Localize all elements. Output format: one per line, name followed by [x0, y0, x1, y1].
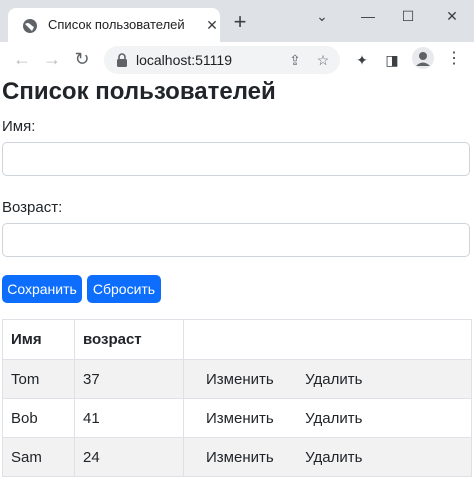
minimize-icon[interactable]: — [356, 6, 380, 26]
table-row: Sam 24 Изменить Удалить [2, 437, 472, 477]
table-row: Tom 37 Изменить Удалить [2, 359, 472, 399]
tab-title: Список пользователей [48, 17, 185, 32]
tab-close-icon[interactable]: ✕ [204, 17, 220, 33]
edit-link[interactable]: Изменить [206, 449, 301, 466]
name-label: Имя: [2, 118, 36, 135]
reload-icon[interactable]: ↻ [70, 47, 94, 71]
edit-link[interactable]: Изменить [206, 410, 301, 427]
header-name: Имя [2, 319, 75, 360]
table-row: Bob 41 Изменить Удалить [2, 398, 472, 438]
browser-titlebar: Список пользователей ✕ + ⌄ — ☐ ✕ [0, 0, 474, 42]
url-text: localhost:51119 [136, 52, 232, 68]
share-icon[interactable]: ⇪ [286, 51, 304, 69]
menu-icon[interactable]: ⋮ [446, 50, 462, 68]
users-table: Имя возраст Tom 37 Изменить Удалить Bob … [2, 319, 472, 477]
delete-link[interactable]: Удалить [305, 371, 362, 388]
new-tab-button[interactable]: + [230, 11, 250, 33]
browser-tab[interactable]: Список пользователей ✕ [8, 8, 220, 42]
page-title: Список пользователей [2, 78, 276, 105]
cell-name: Bob [2, 398, 75, 438]
chevron-down-icon[interactable]: ⌄ [310, 6, 334, 26]
profile-avatar-icon[interactable] [412, 47, 434, 69]
globe-icon [23, 19, 37, 33]
delete-link[interactable]: Удалить [305, 449, 362, 466]
lock-icon [117, 53, 127, 67]
browser-toolbar: ← → ↻ localhost:51119 ⇪ ☆ ✦ ◨ [0, 42, 474, 76]
forward-arrow-icon[interactable]: → [40, 47, 64, 71]
cell-actions: Изменить Удалить [183, 398, 472, 438]
star-icon[interactable]: ☆ [314, 51, 332, 69]
maximize-icon[interactable]: ☐ [396, 6, 420, 26]
age-label: Возраст: [2, 199, 63, 216]
header-actions [183, 319, 472, 360]
cell-age: 24 [74, 437, 184, 477]
edit-link[interactable]: Изменить [206, 371, 301, 388]
table-header-row: Имя возраст [2, 319, 472, 360]
extensions-icon[interactable]: ✦ [352, 50, 372, 70]
side-panel-icon[interactable]: ◨ [382, 50, 402, 70]
save-button[interactable]: Сохранить [2, 275, 82, 303]
address-bar[interactable]: localhost:51119 ⇪ ☆ [104, 46, 340, 74]
reset-button[interactable]: Сбросить [87, 275, 161, 303]
name-input[interactable] [2, 142, 470, 176]
header-age: возраст [74, 319, 184, 360]
cell-actions: Изменить Удалить [183, 359, 472, 399]
delete-link[interactable]: Удалить [305, 410, 362, 427]
cell-actions: Изменить Удалить [183, 437, 472, 477]
cell-name: Sam [2, 437, 75, 477]
cell-age: 41 [74, 398, 184, 438]
page-content: Список пользователей Имя: Возраст: Сохра… [0, 76, 474, 500]
cell-age: 37 [74, 359, 184, 399]
cell-name: Tom [2, 359, 75, 399]
close-window-icon[interactable]: ✕ [440, 6, 464, 26]
age-input[interactable] [2, 223, 470, 257]
back-arrow-icon[interactable]: ← [10, 47, 34, 71]
